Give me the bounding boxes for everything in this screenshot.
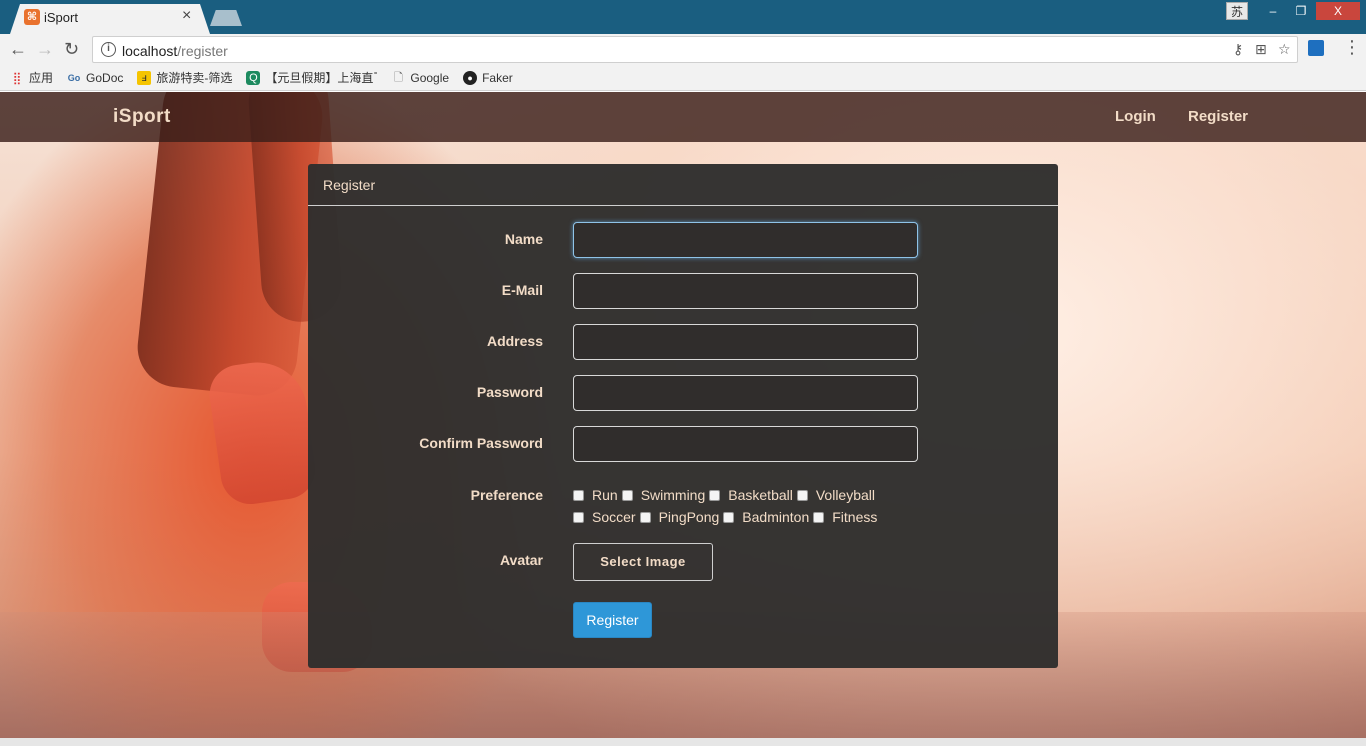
apps-grid-icon: ⣿: [12, 70, 22, 85]
window-controls: 苏 – ❐ X: [1226, 2, 1360, 20]
pref-label: PingPong: [658, 509, 720, 525]
nav-login-link[interactable]: Login: [1115, 108, 1156, 125]
panel-heading: Register: [308, 164, 1058, 206]
browser-toolbar: ← → ↻ i localhost/register ⚷ ⊞ ☆ ⋮: [0, 34, 1366, 65]
menu-dots-icon[interactable]: ⋮: [1343, 38, 1361, 56]
pref-volleyball[interactable]: Volleyball: [796, 487, 876, 503]
name-row: Name: [308, 222, 1058, 258]
email-label: E-Mail: [501, 282, 543, 298]
confirm-password-input[interactable]: [573, 426, 918, 462]
background-runner-shoe: [205, 356, 320, 508]
close-window-button[interactable]: X: [1316, 2, 1360, 20]
key-icon[interactable]: ⚷: [1233, 41, 1243, 58]
pref-label: Badminton: [742, 509, 810, 525]
pref-label: Fitness: [832, 509, 878, 525]
minimize-button[interactable]: –: [1260, 2, 1286, 20]
bookmark-star-icon[interactable]: ☆: [1278, 41, 1291, 58]
pref-fitness[interactable]: Fitness: [813, 509, 877, 525]
back-arrow-icon[interactable]: ←: [9, 39, 27, 60]
pref-run[interactable]: Run: [573, 487, 618, 503]
pref-badminton[interactable]: Badminton: [723, 509, 809, 525]
translate-icon[interactable]: ⊞: [1255, 41, 1267, 58]
pref-swimming[interactable]: Swimming: [621, 487, 706, 503]
tab-close-icon[interactable]: ×: [182, 7, 1354, 25]
pref-pingpong[interactable]: PingPong: [639, 509, 720, 525]
checkbox[interactable]: [621, 489, 633, 501]
pref-label: Soccer: [592, 509, 636, 525]
url-text[interactable]: localhost/register: [122, 43, 228, 59]
nav-register-link[interactable]: Register: [1188, 108, 1248, 125]
address-input[interactable]: [573, 324, 918, 360]
bookmarks-bar: ⣿ 应用 Go GoDoc ⅎ 旅游特卖-筛选 Q 【元旦假期】上海直飞 🗋 G…: [0, 65, 1366, 91]
forward-arrow-icon[interactable]: →: [36, 39, 54, 60]
bookmark-travel[interactable]: ⅎ 旅游特卖-筛选: [137, 69, 232, 86]
qunar-icon: Q: [246, 70, 261, 85]
checkbox[interactable]: [573, 489, 584, 501]
browser-tab[interactable]: [10, 4, 210, 34]
pref-basketball[interactable]: Basketball: [709, 487, 793, 503]
confirm-password-row: Confirm Password: [308, 426, 1058, 462]
bookmark-apps[interactable]: ⣿ 应用: [10, 69, 53, 86]
address-row: Address: [308, 324, 1058, 360]
avatar-row: Avatar Select Image: [308, 543, 1058, 581]
bookmark-label: GoDoc: [86, 70, 124, 85]
bookmark-label: 旅游特卖-筛选: [156, 71, 233, 85]
reload-icon[interactable]: ↻: [64, 39, 79, 60]
name-label: Name: [504, 231, 543, 247]
bookmark-label: 应用: [29, 71, 54, 85]
bookmark-godoc[interactable]: Go GoDoc: [67, 70, 124, 85]
register-panel: Register Name E-Mail Address Password Co…: [308, 164, 1058, 668]
bookmark-label: Faker: [482, 70, 513, 85]
select-image-button[interactable]: Select Image: [573, 543, 713, 581]
info-icon[interactable]: i: [101, 42, 116, 57]
email-row: E-Mail: [308, 273, 1058, 309]
github-icon: ●: [463, 70, 478, 85]
avatar-label: Avatar: [499, 552, 543, 568]
url-host: localhost: [122, 43, 178, 59]
pref-label: Basketball: [728, 487, 793, 503]
pref-label: Swimming: [640, 487, 706, 503]
password-input[interactable]: [573, 375, 918, 411]
pref-soccer[interactable]: Soccer: [573, 509, 636, 525]
checkbox[interactable]: [573, 511, 584, 523]
bookmark-google[interactable]: 🗋 Google: [391, 71, 449, 85]
bookmark-label: 【元旦假期】上海直飞: [265, 71, 378, 85]
bookmark-label: Google: [410, 70, 450, 85]
checkbox[interactable]: [723, 511, 735, 523]
browser-tab-bar: ⌘ iSport × 苏 – ❐ X: [0, 0, 1366, 34]
confirm-password-label: Confirm Password: [419, 435, 543, 451]
site-brand[interactable]: iSport: [113, 106, 171, 128]
tab-title: iSport: [44, 10, 78, 25]
submit-row: Register: [308, 602, 1058, 638]
xampp-icon: ⌘: [24, 9, 40, 25]
url-path: /register: [177, 43, 228, 59]
email-input[interactable]: [573, 273, 918, 309]
password-label: Password: [476, 384, 543, 400]
checkbox[interactable]: [639, 511, 651, 523]
password-row: Password: [308, 375, 1058, 411]
page-icon: 🗋: [393, 71, 403, 84]
pref-label: Volleyball: [815, 487, 876, 503]
register-submit-button[interactable]: Register: [573, 602, 652, 638]
checkbox[interactable]: [813, 511, 825, 523]
maximize-button[interactable]: ❐: [1288, 2, 1314, 20]
address-label: Address: [486, 333, 543, 349]
bookmark-qunar[interactable]: Q 【元旦假期】上海直飞: [246, 69, 377, 86]
address-bar[interactable]: i localhost/register ⚷ ⊞ ☆: [92, 36, 1298, 63]
name-input[interactable]: [573, 222, 918, 258]
preference-label: Preference: [470, 487, 543, 503]
preference-row: Preference Run Swimming Basketball Volle…: [308, 484, 1058, 530]
godoc-icon: Go: [67, 72, 81, 83]
page-viewport: iSport Login Register Register Name E-Ma…: [0, 92, 1366, 746]
checkbox[interactable]: [796, 489, 808, 501]
ime-indicator[interactable]: 苏: [1226, 2, 1248, 20]
os-taskbar: [0, 738, 1366, 746]
extension-icon[interactable]: [1308, 40, 1324, 56]
site-navbar: iSport Login Register: [0, 92, 1366, 142]
travel-icon: ⅎ: [137, 70, 152, 85]
pref-label: Run: [592, 487, 618, 503]
bookmark-faker[interactable]: ● Faker: [463, 70, 513, 85]
checkbox[interactable]: [709, 489, 721, 501]
preference-options: Run Swimming Basketball Volleyball Socce…: [573, 484, 918, 528]
